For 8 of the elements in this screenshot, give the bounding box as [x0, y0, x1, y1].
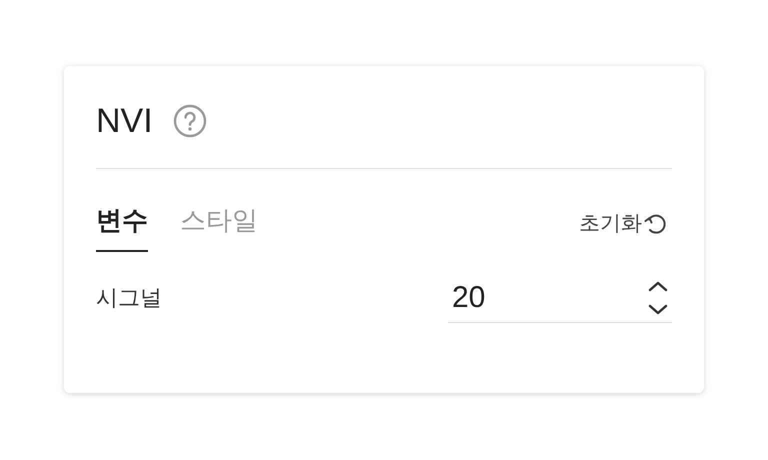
tab[interactable]: 변수 [96, 203, 148, 252]
panel-title: NVI [96, 102, 153, 140]
number-input[interactable]: 20 [448, 280, 648, 314]
chevron-up-icon[interactable] [648, 280, 668, 292]
reset-button[interactable]: 초기화 [579, 203, 672, 237]
help-icon[interactable] [172, 104, 207, 138]
chevron-down-icon[interactable] [648, 304, 668, 314]
field-label: 시그널 [96, 285, 162, 313]
